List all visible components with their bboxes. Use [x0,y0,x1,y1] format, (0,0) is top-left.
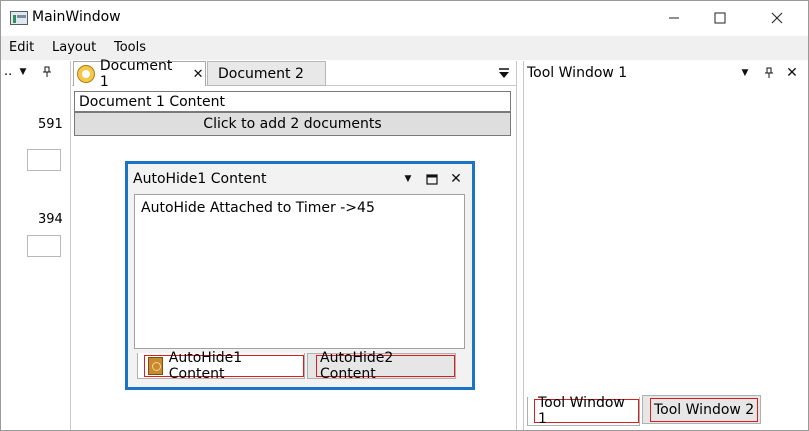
tab-document-1-label: Document 1 [99,58,173,90]
tool-window-border [523,61,524,430]
book-icon [148,356,163,375]
tab-tool-window-1[interactable]: Tool Window 1 [527,395,640,427]
tab-autohide-2-label: AutoHide2 Content [320,350,394,382]
tab-autohide-2[interactable]: AutoHide2 Content [307,350,456,382]
tool-window-pane [523,61,808,430]
left-pane-header-text: .. [4,64,13,79]
tool-window-pin-icon[interactable] [762,65,776,81]
tab-document-1[interactable]: Document 1 ✕ [73,58,206,90]
autohide-content-area [134,194,465,349]
menu-layout[interactable]: Layout [52,40,96,55]
tool-window-title: Tool Window 1 [527,65,628,81]
maximize-icon [714,12,726,24]
menu-edit[interactable]: Edit [9,40,34,55]
tool-window-close-icon[interactable]: ✕ [785,65,799,81]
document-list-dropdown-icon[interactable] [497,66,511,80]
left-pane-pin-icon[interactable] [40,64,54,80]
document-right-separator [516,61,517,430]
app-icon [10,11,28,25]
add-documents-button[interactable]: Click to add 2 documents [74,112,511,136]
document-1-content: Document 1 Content [74,91,511,112]
left-pane-value-2: 394 [38,212,63,227]
window-title: MainWindow [32,9,121,25]
tool-window-2-highlight: Tool Window 2 [650,397,759,422]
autohide-close-icon[interactable]: ✕ [449,171,463,187]
tab-autohide-1-label: AutoHide1 Content [168,349,243,382]
tab-close-icon[interactable]: ✕ [191,67,205,82]
autohide-maximize-icon[interactable] [425,171,439,187]
autohide-2-highlight: AutoHide2 Content [316,350,455,382]
left-pane-input-2[interactable] [27,235,61,257]
autohide-content-text: AutoHide Attached to Timer ->45 [141,200,375,216]
minimize-icon [669,17,679,19]
tool-window-dropdown-icon[interactable]: ▼ [738,66,752,80]
tool-window-1-highlight: Tool Window 1 [534,395,639,427]
menu-tools[interactable]: Tools [114,40,146,55]
maximize-button[interactable] [697,1,743,35]
close-icon [771,12,783,24]
tab-tool-window-1-label: Tool Window 1 [538,395,625,427]
clock-icon [77,65,95,83]
autohide-1-highlight: AutoHide1 Content [144,350,304,382]
tab-document-2-label: Document 2 [218,65,304,82]
autohide-panel-title: AutoHide1 Content [133,171,267,187]
tab-document-2[interactable]: Document 2 [207,61,326,86]
tab-tool-window-2[interactable]: Tool Window 2 [642,395,761,424]
left-pane-separator [70,61,71,430]
left-pane-input-1[interactable] [27,149,61,171]
minimize-button[interactable] [651,1,697,35]
left-pane-dropdown-icon[interactable]: ▼ [16,65,30,79]
autohide-dropdown-icon[interactable]: ▼ [401,172,415,186]
tab-autohide-1[interactable]: AutoHide1 Content [137,350,305,382]
close-button[interactable] [754,1,800,35]
left-pane-value-1: 591 [38,117,63,132]
tab-tool-window-2-label: Tool Window 2 [654,401,755,418]
